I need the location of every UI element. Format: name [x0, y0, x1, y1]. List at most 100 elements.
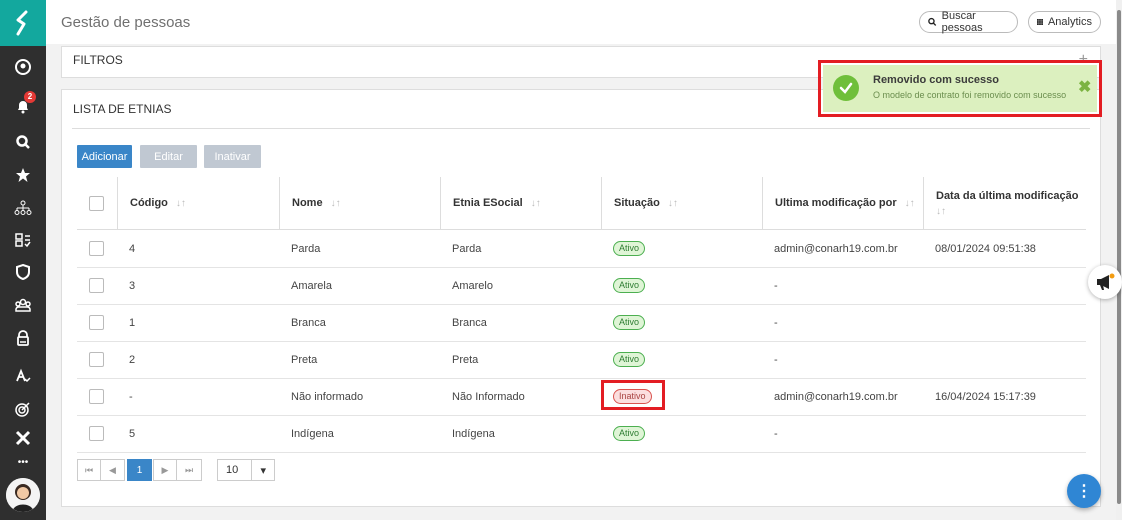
first-page-button[interactable]: ⏮: [77, 459, 101, 481]
cell-name: Parda: [291, 230, 320, 267]
users-group-icon[interactable]: [0, 292, 46, 318]
column-header-esocial[interactable]: Etnia ESocial ↓↑: [440, 177, 601, 229]
code-text: -: [129, 390, 133, 403]
esocial-text: Não Informado: [452, 390, 525, 403]
modified-by-text: -: [774, 353, 778, 366]
name-text: Branca: [291, 316, 326, 329]
logo-icon: [16, 10, 28, 36]
column-header-modified-by[interactable]: Ultima modificação por ↓↑: [762, 177, 923, 229]
inactivate-button[interactable]: Inativar: [204, 145, 261, 168]
last-page-button[interactable]: ⏭: [177, 459, 202, 481]
esocial-text: Parda: [452, 242, 482, 255]
search-icon: [928, 17, 937, 26]
edit-button[interactable]: Editar: [140, 145, 197, 168]
esocial-text: Indígena: [452, 427, 495, 440]
next-page-button[interactable]: ▶: [153, 459, 177, 481]
divider: [72, 128, 1090, 129]
analytics-button[interactable]: Analytics: [1028, 11, 1101, 33]
table-row[interactable]: 2 Preta Preta Ativo -: [77, 341, 1086, 379]
org-chart-icon[interactable]: [0, 195, 46, 221]
cell-name: Preta: [291, 341, 317, 378]
cell-status: Ativo: [613, 230, 646, 267]
prev-page-button[interactable]: ◀: [101, 459, 125, 481]
page-size-value: 10: [226, 464, 239, 476]
row-select-cell: [89, 230, 104, 267]
page-1-button[interactable]: 1: [127, 459, 152, 481]
shield-icon[interactable]: [0, 259, 46, 285]
cell-modified-at: 16/04/2024 15:17:39: [935, 378, 1036, 415]
lock-icon[interactable]: [0, 325, 46, 351]
scrollbar-thumb[interactable]: [1117, 10, 1121, 504]
status-badge: Ativo: [613, 352, 646, 367]
x-icon[interactable]: [0, 425, 46, 451]
page-title: Gestão de pessoas: [61, 14, 191, 31]
analytics-label: Analytics: [1047, 16, 1092, 28]
cell-code: 2: [129, 341, 135, 378]
row-checkbox[interactable]: [89, 352, 104, 367]
table-row[interactable]: 3 Amarela Amarelo Ativo -: [77, 267, 1086, 305]
select-all-checkbox[interactable]: [89, 195, 104, 211]
logo[interactable]: [0, 0, 46, 46]
table-row[interactable]: 5 Indígena Indígena Ativo -: [77, 415, 1086, 453]
modified-at-text: 08/01/2024 09:51:38: [935, 242, 1036, 255]
cell-esocial: Preta: [452, 341, 478, 378]
cell-name: Não informado: [291, 378, 363, 415]
modified-by-text: -: [774, 427, 778, 440]
table-header: Código ↓↑ Nome ↓↑ Etnia ESocial ↓↑ Situação…: [77, 177, 1086, 230]
column-label: Código: [130, 197, 168, 209]
search-people-button[interactable]: Buscar pessoas: [919, 10, 1018, 34]
cell-modified-by: -: [774, 304, 778, 341]
column-label: Situação: [614, 197, 660, 209]
sort-icon: ↓↑: [175, 197, 186, 209]
cell-modified-at: 08/01/2024 09:51:38: [935, 230, 1036, 267]
sort-icon: ↓↑: [904, 197, 915, 209]
table-row[interactable]: 1 Branca Branca Ativo -: [77, 304, 1086, 342]
column-label: Nome: [292, 197, 323, 209]
table-row[interactable]: - Não informado Não Informado Inativo admin@…: [77, 378, 1086, 416]
row-checkbox[interactable]: [89, 241, 104, 256]
esocial-text: Preta: [452, 353, 479, 366]
code-text: 2: [129, 353, 136, 366]
cell-code: 1: [129, 304, 135, 341]
help-fab-button[interactable]: ⋮: [1067, 474, 1101, 508]
toast-highlight-box: [818, 60, 1102, 117]
add-button[interactable]: Adicionar: [77, 145, 132, 168]
search-icon[interactable]: [0, 129, 46, 155]
cell-modified-by: admin@conarh19.com.br: [774, 230, 898, 267]
bell-icon[interactable]: 2: [0, 91, 46, 119]
page-size-select[interactable]: 10 ▾: [217, 459, 275, 481]
team-icon[interactable]: [0, 227, 46, 253]
column-header-status[interactable]: Situação ↓↑: [601, 177, 762, 229]
column-header-modified-at[interactable]: Data da última modificação ↓↑: [923, 177, 1086, 229]
row-checkbox[interactable]: [89, 426, 104, 441]
target-icon[interactable]: [0, 396, 46, 422]
column-header-code[interactable]: Código ↓↑: [117, 177, 279, 229]
more-menu[interactable]: •••: [0, 449, 46, 475]
column-header-name[interactable]: Nome ↓↑: [279, 177, 440, 229]
cell-status: Ativo: [613, 341, 646, 378]
code-text: 4: [129, 242, 136, 255]
column-label: Etnia ESocial: [453, 197, 523, 209]
row-checkbox[interactable]: [89, 278, 104, 293]
avatar[interactable]: [6, 478, 40, 512]
status-badge: Ativo: [613, 241, 646, 256]
cell-status: Ativo: [613, 267, 646, 304]
sort-icon: ↓↑: [667, 197, 678, 209]
table-row[interactable]: 4 Parda Parda Ativo admin@conarh19.com.br 08/…: [77, 230, 1086, 268]
announcements-button[interactable]: [1088, 265, 1122, 299]
esocial-text: Amarelo: [452, 279, 493, 292]
row-checkbox[interactable]: [89, 315, 104, 330]
cell-name: Indígena: [291, 415, 334, 452]
megaphone-icon: [1097, 273, 1115, 290]
row-checkbox[interactable]: [89, 389, 104, 404]
avatar-image: [6, 478, 40, 512]
code-text: 5: [129, 427, 136, 440]
user-check-icon[interactable]: [0, 362, 46, 388]
cell-esocial: Indígena: [452, 415, 495, 452]
sort-icon: ↓↑: [936, 205, 946, 217]
star-icon[interactable]: [0, 162, 46, 188]
profile-icon[interactable]: [0, 54, 46, 80]
cell-status: Ativo: [613, 415, 646, 452]
chevron-down-icon: ▾: [251, 459, 266, 481]
modified-by-text: admin@conarh19.com.br: [774, 242, 898, 255]
